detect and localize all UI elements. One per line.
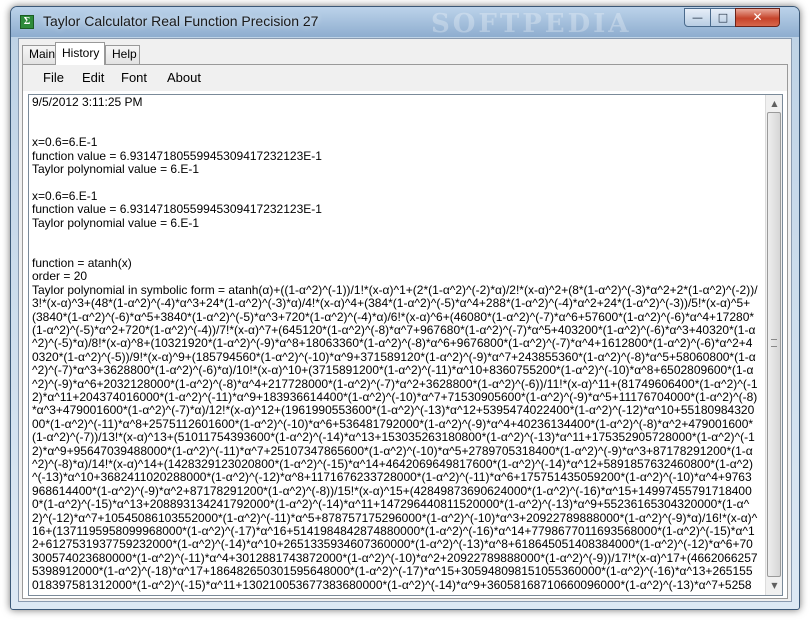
- history-textbox[interactable]: 9/5/2012 3:11:25 PM x=0.6=6.E-1 function…: [28, 94, 783, 596]
- tab-help[interactable]: Help: [105, 45, 140, 64]
- menu-font[interactable]: Font: [121, 70, 147, 85]
- scroll-up-arrow-icon[interactable]: ▲: [767, 96, 782, 112]
- scroll-grip-icon: [771, 339, 777, 347]
- app-sigma-icon: Σ: [20, 15, 34, 29]
- title-bar[interactable]: Σ Taylor Calculator Real Function Precis…: [11, 7, 799, 39]
- window-title: Taylor Calculator Real Function Precisio…: [43, 13, 319, 29]
- app-window: Σ Taylor Calculator Real Function Precis…: [10, 6, 800, 610]
- menu-bar: File Edit Font About: [23, 65, 787, 91]
- scroll-thumb[interactable]: [767, 112, 781, 577]
- tab-main[interactable]: Main: [22, 45, 56, 64]
- maximize-button[interactable]: □: [710, 8, 736, 27]
- minimize-button[interactable]: —: [684, 8, 711, 27]
- vertical-scrollbar[interactable]: ▲ ▼: [765, 95, 782, 595]
- menu-about[interactable]: About: [167, 70, 201, 85]
- scroll-down-arrow-icon[interactable]: ▼: [767, 578, 782, 594]
- tab-history[interactable]: History: [55, 42, 105, 65]
- history-text[interactable]: 9/5/2012 3:11:25 PM x=0.6=6.E-1 function…: [32, 96, 758, 593]
- history-tab-panel: File Edit Font About 9/5/2012 3:11:25 PM…: [22, 64, 788, 599]
- softpedia-watermark: SOFTPEDIA: [431, 9, 632, 39]
- menu-edit[interactable]: Edit: [82, 70, 104, 85]
- client-area: Main History Help File Edit Font About 9…: [18, 38, 792, 602]
- menu-file[interactable]: File: [43, 70, 64, 85]
- close-button[interactable]: ✕: [735, 8, 780, 27]
